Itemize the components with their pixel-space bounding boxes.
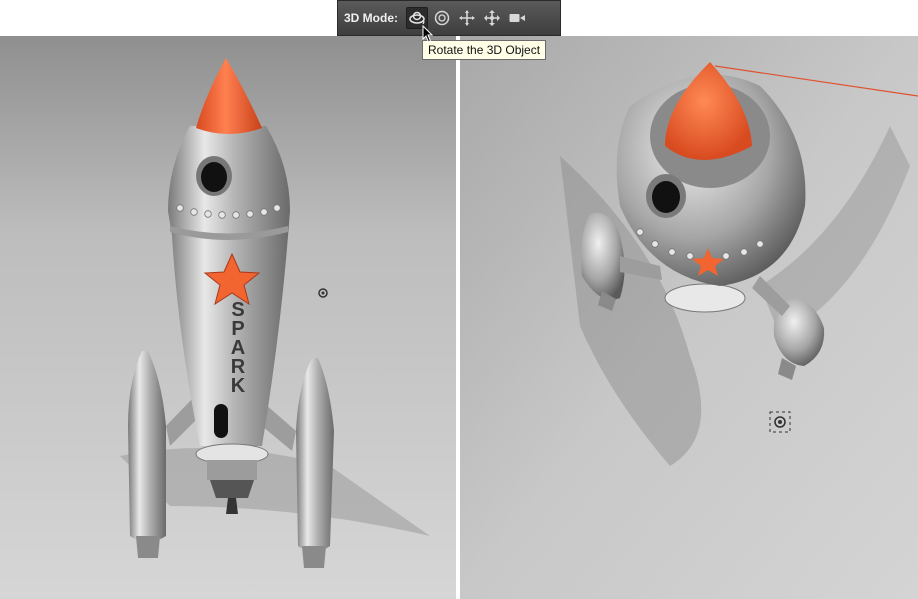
- roll-3d-object-button[interactable]: [431, 7, 453, 29]
- toolbar-label: 3D Mode:: [344, 11, 398, 25]
- 3d-mode-toolbar: 3D Mode:: [337, 0, 561, 36]
- tooltip: Rotate the 3D Object: [422, 40, 547, 60]
- left-3d-viewport[interactable]: SPARK: [0, 36, 456, 599]
- rocket-spark-label: SPARK: [231, 299, 246, 397]
- scale-3d-object-button[interactable]: [506, 7, 528, 29]
- 3d-light-widget-icon[interactable]: [316, 286, 330, 300]
- mouse-cursor-icon: [422, 25, 434, 43]
- 3d-light-widget-icon[interactable]: [768, 410, 792, 434]
- pan-3d-icon: [459, 10, 475, 26]
- slide-3d-icon: [484, 10, 500, 26]
- left-scene: SPARK: [0, 36, 456, 599]
- scale-3d-camera-icon: [509, 14, 525, 22]
- slide-3d-object-button[interactable]: [481, 7, 503, 29]
- right-3d-viewport[interactable]: [460, 36, 918, 599]
- roll-3d-icon: [434, 10, 450, 26]
- right-scene: [460, 36, 918, 599]
- drag-3d-object-button[interactable]: [456, 7, 478, 29]
